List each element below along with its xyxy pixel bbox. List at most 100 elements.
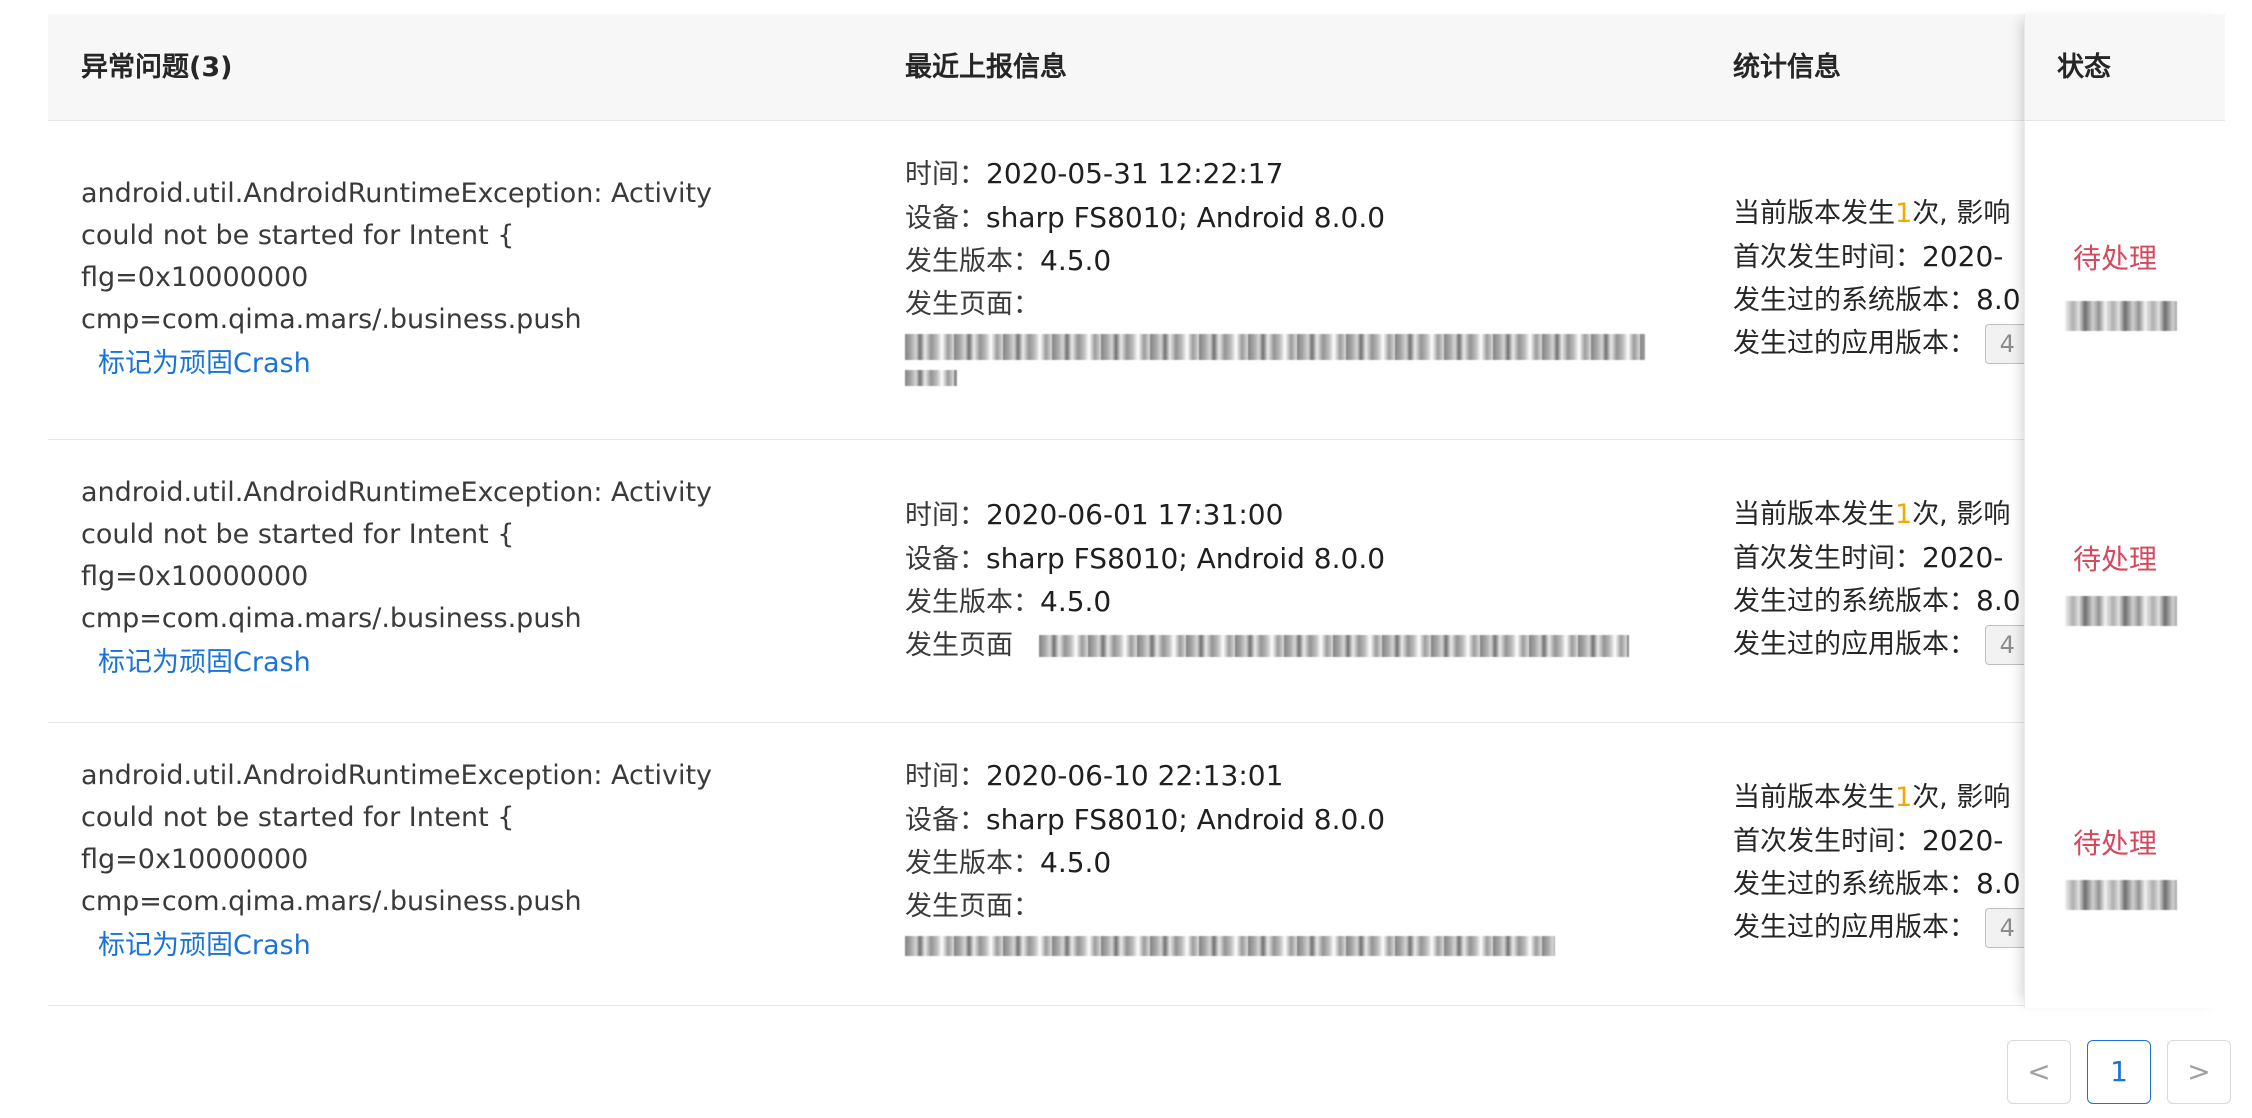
- time-label: 时间：: [905, 761, 986, 792]
- stat-first-time: 首次发生时间：2020-: [1733, 537, 2073, 581]
- column-header-status: 状态: [2057, 52, 2111, 83]
- stat-os-versions: 发生过的系统版本：8.0: [1733, 279, 2073, 323]
- status-header-bg: [2025, 14, 2225, 121]
- stat-first-time: 首次发生时间：2020-: [1733, 820, 2073, 864]
- issue-cell: android.util.AndroidRuntimeException: Ac…: [81, 173, 881, 387]
- report-time: 时间：2020-05-31 12:22:17: [905, 153, 1665, 197]
- stat-os-value: 8.0: [1976, 867, 2021, 900]
- time-value: 2020-05-31 12:22:17: [986, 157, 1284, 190]
- issue-text-line: cmp=com.qima.mars/.business.push: [81, 603, 582, 634]
- report-page: 发生页面：: [905, 284, 1665, 327]
- stat-app-versions: 发生过的应用版本： 4: [1733, 323, 2073, 366]
- issue-text-line: could not be started for Intent {: [81, 220, 515, 251]
- redacted-page-path: [905, 334, 1645, 360]
- redacted-page-path: [905, 936, 1555, 956]
- version-value: 4.5.0: [1040, 846, 1112, 879]
- stat-os-versions: 发生过的系统版本：8.0: [1733, 580, 2073, 624]
- table-header: 异常问题(3) 最近上报信息 统计信息: [48, 14, 2224, 121]
- report-cell: 时间：2020-06-01 17:31:00 设备：sharp FS8010; …: [905, 494, 1665, 667]
- mark-stubborn-crash-link[interactable]: 标记为顽固Crash: [98, 640, 881, 686]
- stat-current-version: 当前版本发生1次, 影响: [1733, 494, 2073, 537]
- stat-current-suffix: 次, 影响: [1912, 499, 2011, 530]
- stat-current-version: 当前版本发生1次, 影响: [1733, 193, 2073, 236]
- stat-current-prefix: 当前版本发生: [1733, 198, 1895, 229]
- version-label: 发生版本：: [905, 848, 1040, 879]
- status-badge[interactable]: 待处理: [2073, 538, 2157, 578]
- stat-current-prefix: 当前版本发生: [1733, 499, 1895, 530]
- issue-text-line: cmp=com.qima.mars/.business.push: [81, 304, 582, 335]
- time-value: 2020-06-10 22:13:01: [986, 759, 1284, 792]
- status-badge[interactable]: 待处理: [2073, 822, 2157, 862]
- redacted-assignee: [2065, 596, 2177, 626]
- report-device: 设备：sharp FS8010; Android 8.0.0: [905, 197, 1665, 241]
- issue-cell: android.util.AndroidRuntimeException: Ac…: [81, 755, 881, 969]
- version-label: 发生版本：: [905, 587, 1040, 618]
- time-value: 2020-06-01 17:31:00: [986, 498, 1284, 531]
- redacted-assignee: [2065, 880, 2177, 910]
- issue-text-line: android.util.AndroidRuntimeException: Ac…: [81, 477, 713, 508]
- device-value: sharp FS8010; Android 8.0.0: [986, 802, 1386, 836]
- crash-table: 异常问题(3) 最近上报信息 统计信息 android.util.Android…: [48, 14, 2224, 1006]
- report-time: 时间：2020-06-01 17:31:00: [905, 494, 1665, 538]
- stat-first-time: 首次发生时间：2020-: [1733, 236, 2073, 280]
- stats-cell: 当前版本发生1次, 影响 首次发生时间：2020- 发生过的系统版本：8.0 发…: [1733, 193, 2073, 365]
- column-header-issue: 异常问题(3): [81, 52, 233, 83]
- table-row: android.util.AndroidRuntimeException: Ac…: [48, 723, 2224, 1006]
- report-version: 发生版本：4.5.0: [905, 581, 1665, 625]
- stat-current-suffix: 次, 影响: [1912, 782, 2011, 813]
- mark-stubborn-crash-link[interactable]: 标记为顽固Crash: [98, 923, 881, 969]
- report-cell: 时间：2020-05-31 12:22:17 设备：sharp FS8010; …: [905, 153, 1665, 396]
- stat-os-label: 发生过的系统版本：: [1733, 869, 1976, 900]
- next-page-button[interactable]: >: [2167, 1040, 2231, 1104]
- stat-os-label: 发生过的系统版本：: [1733, 586, 1976, 617]
- report-device: 设备：sharp FS8010; Android 8.0.0: [905, 799, 1665, 843]
- mark-stubborn-crash-link[interactable]: 标记为顽固Crash: [98, 341, 881, 387]
- page-label: 发生页面：: [905, 288, 1040, 320]
- stats-cell: 当前版本发生1次, 影响 首次发生时间：2020- 发生过的系统版本：8.0 发…: [1733, 494, 2073, 666]
- version-value: 4.5.0: [1040, 585, 1112, 618]
- report-cell: 时间：2020-06-10 22:13:01 设备：sharp FS8010; …: [905, 755, 1665, 966]
- stat-first-label: 首次发生时间：: [1733, 542, 1922, 574]
- issue-text-line: android.util.AndroidRuntimeException: Ac…: [81, 178, 713, 209]
- issue-text-line: could not be started for Intent {: [81, 802, 515, 833]
- issue-text-line: cmp=com.qima.mars/.business.push: [81, 886, 582, 917]
- stat-os-value: 8.0: [1976, 283, 2021, 316]
- redacted-assignee: [2065, 301, 2177, 331]
- stat-first-value: 2020-: [1922, 239, 2004, 273]
- issue-cell: android.util.AndroidRuntimeException: Ac…: [81, 472, 881, 686]
- stat-first-label: 首次发生时间：: [1733, 825, 1922, 857]
- stats-cell: 当前版本发生1次, 影响 首次发生时间：2020- 发生过的系统版本：8.0 发…: [1733, 777, 2073, 949]
- version-value: 4.5.0: [1040, 244, 1112, 277]
- page-1-button[interactable]: 1: [2087, 1040, 2151, 1104]
- status-badge[interactable]: 待处理: [2073, 237, 2157, 277]
- table-row: android.util.AndroidRuntimeException: Ac…: [48, 121, 2224, 440]
- issue-text-line: flg=0x10000000: [81, 844, 309, 875]
- column-header-report: 最近上报信息: [905, 52, 1067, 83]
- report-device: 设备：sharp FS8010; Android 8.0.0: [905, 538, 1665, 582]
- stat-app-label: 发生过的应用版本：: [1733, 911, 1976, 943]
- stat-first-value: 2020-: [1922, 823, 2004, 857]
- stat-first-label: 首次发生时间：: [1733, 241, 1922, 273]
- device-label: 设备：: [905, 804, 986, 836]
- stat-app-label: 发生过的应用版本：: [1733, 327, 1976, 359]
- prev-page-button[interactable]: <: [2007, 1040, 2071, 1104]
- table-row: android.util.AndroidRuntimeException: Ac…: [48, 440, 2224, 723]
- report-page: 发生页面: [905, 625, 1665, 668]
- stat-app-versions: 发生过的应用版本： 4: [1733, 624, 2073, 667]
- version-label: 发生版本：: [905, 246, 1040, 277]
- status-column: 状态 待处理 待处理 待处理: [2024, 14, 2225, 1008]
- stat-os-versions: 发生过的系统版本：8.0: [1733, 863, 2073, 907]
- redacted-page-path: [1039, 635, 1629, 657]
- report-time: 时间：2020-06-10 22:13:01: [905, 755, 1665, 799]
- stat-current-version: 当前版本发生1次, 影响: [1733, 777, 2073, 820]
- stat-current-prefix: 当前版本发生: [1733, 782, 1895, 813]
- time-label: 时间：: [905, 159, 986, 190]
- stat-os-value: 8.0: [1976, 584, 2021, 617]
- stat-count: 1: [1895, 499, 1913, 530]
- time-label: 时间：: [905, 500, 986, 531]
- stat-app-label: 发生过的应用版本：: [1733, 628, 1976, 660]
- device-label: 设备：: [905, 202, 986, 234]
- issue-text-line: flg=0x10000000: [81, 262, 309, 293]
- stat-app-versions: 发生过的应用版本： 4: [1733, 907, 2073, 950]
- stat-first-value: 2020-: [1922, 540, 2004, 574]
